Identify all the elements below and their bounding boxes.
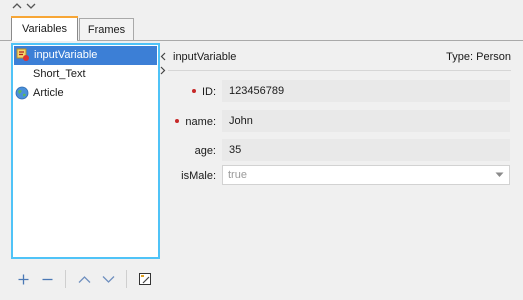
collapse-up-icon[interactable] xyxy=(12,2,22,10)
name-field-label: name: xyxy=(175,116,216,128)
move-down-icon xyxy=(102,275,114,283)
minus-icon xyxy=(42,278,52,280)
toolbar-separator xyxy=(126,270,127,288)
window-controls xyxy=(12,2,36,14)
chevron-right-icon[interactable] xyxy=(160,66,166,75)
list-item-label: inputVariable xyxy=(34,49,98,61)
tab-variables[interactable]: Variables xyxy=(11,16,78,41)
panel-toggle xyxy=(160,52,168,80)
tab-frames[interactable]: Frames xyxy=(79,18,134,41)
detail-type: Type: Person xyxy=(446,51,511,63)
age-field[interactable]: 35 xyxy=(222,139,510,161)
tab-frames-label: Frames xyxy=(87,24,126,36)
list-item-label: Article xyxy=(33,87,64,99)
remove-variable-button[interactable] xyxy=(35,267,59,291)
required-indicator xyxy=(191,89,196,94)
list-toolbar xyxy=(11,267,157,291)
dropdown-caret-icon[interactable] xyxy=(495,172,504,178)
list-item-label: Short_Text xyxy=(33,68,86,80)
variables-list[interactable]: inputVariable Short_Text Article xyxy=(11,43,160,259)
tab-divider xyxy=(0,40,523,41)
detail-title: inputVariable xyxy=(173,51,237,63)
add-variable-button[interactable] xyxy=(11,267,35,291)
is-male-select[interactable]: true xyxy=(222,165,510,185)
chevron-left-icon[interactable] xyxy=(160,52,166,61)
id-field-label: ID: xyxy=(191,86,216,98)
tab-bar: Variables Frames xyxy=(0,16,523,41)
age-field-value: 35 xyxy=(229,144,242,156)
move-up-icon xyxy=(78,275,90,283)
edit-variable-button[interactable] xyxy=(133,267,157,291)
expand-down-icon[interactable] xyxy=(26,2,36,10)
age-field-label: age: xyxy=(194,145,216,157)
id-field-value: 123456789 xyxy=(229,85,285,97)
name-field[interactable]: John xyxy=(222,110,510,132)
list-item-input-variable[interactable]: inputVariable xyxy=(14,46,157,65)
edit-icon xyxy=(139,273,151,285)
is-male-field-label: isMale: xyxy=(181,170,216,182)
list-item-short-text[interactable]: Short_Text xyxy=(13,65,158,84)
required-indicator xyxy=(175,119,180,124)
move-down-button[interactable] xyxy=(96,267,120,291)
is-male-select-value: true xyxy=(228,169,247,181)
move-up-button[interactable] xyxy=(72,267,96,291)
name-field-value: John xyxy=(229,115,253,127)
globe-icon xyxy=(15,86,29,100)
toolbar-separator xyxy=(65,270,66,288)
tab-variables-label: Variables xyxy=(21,23,68,35)
plus-icon xyxy=(18,274,28,284)
input-variable-icon xyxy=(16,48,29,61)
detail-divider xyxy=(168,70,511,71)
id-field[interactable]: 123456789 xyxy=(222,80,510,102)
list-item-article[interactable]: Article xyxy=(13,84,158,103)
